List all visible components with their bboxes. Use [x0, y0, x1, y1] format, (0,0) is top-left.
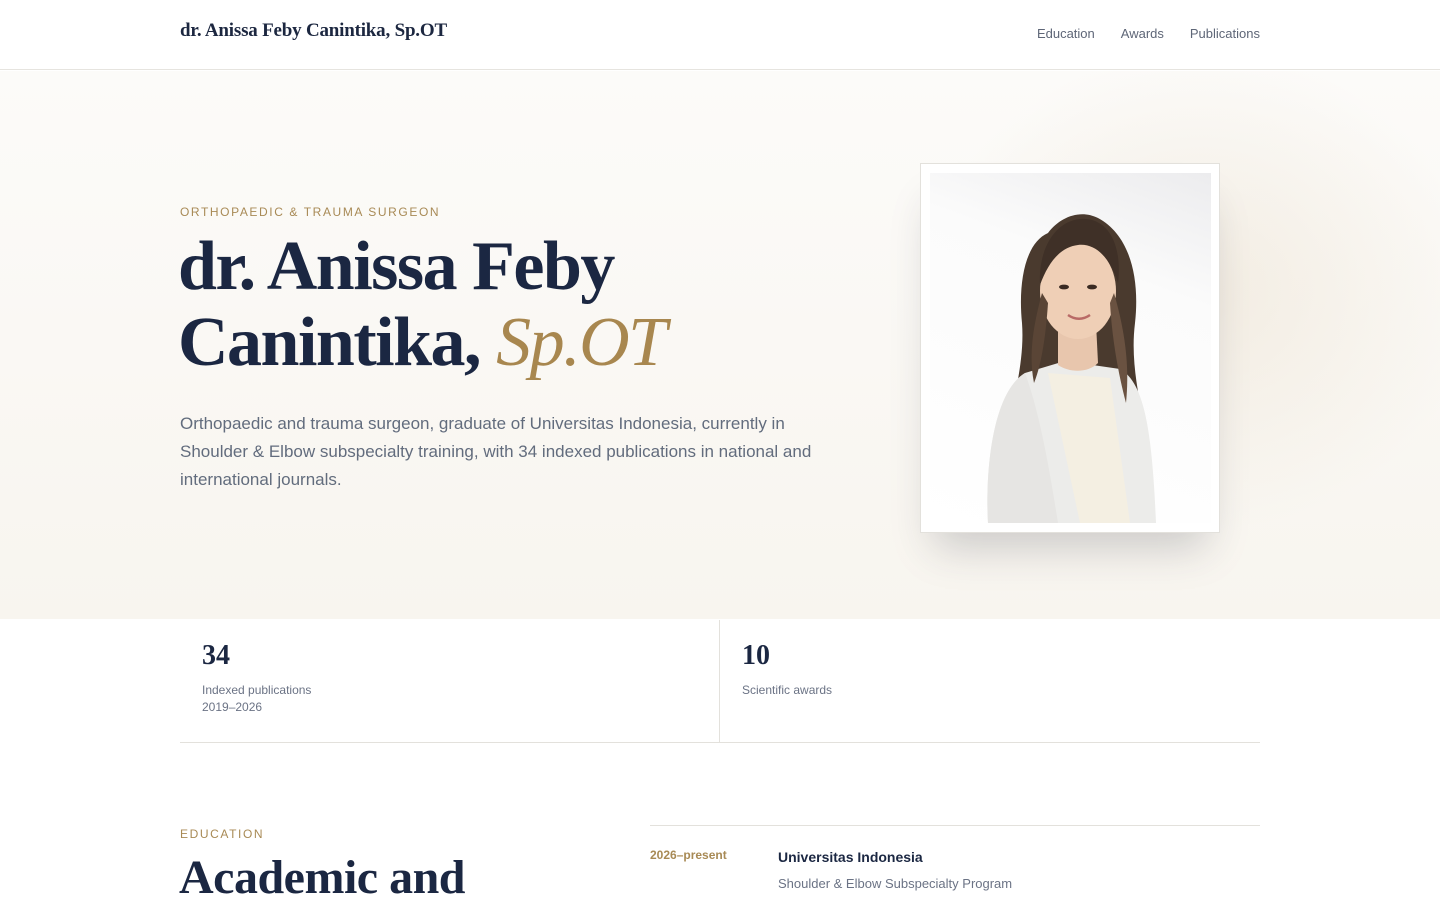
hero-title: dr. Anissa Feby Canintika, Sp.OT	[178, 229, 858, 381]
nav-link-awards[interactable]: Awards	[1121, 26, 1164, 41]
nav-link-education[interactable]: Education	[1037, 26, 1095, 41]
stats-section: 34 Indexed publications 2019–2026 10 Sci…	[180, 620, 1260, 743]
stat-label-text: Indexed publications	[202, 683, 312, 697]
education-title: Academic and	[179, 851, 465, 900]
timeline-program: Shoulder & Elbow Subspecialty Program	[778, 876, 1013, 891]
stat-publications: 34 Indexed publications 2019–2026	[180, 620, 720, 742]
site-header: dr. Anissa Feby Canintika, Sp.OT Educati…	[0, 0, 1440, 70]
stat-value: 34	[202, 640, 230, 671]
stat-label: Scientific awards	[742, 683, 833, 697]
main-nav: Education Awards Publications	[1037, 26, 1260, 41]
portrait-photo	[930, 173, 1211, 523]
hero-description: Orthopaedic and trauma surgeon, graduate…	[180, 414, 812, 489]
education-eyebrow: EDUCATION	[180, 827, 265, 841]
portrait-illustration	[987, 214, 1156, 523]
portrait-frame	[920, 163, 1220, 533]
nav-link-publications[interactable]: Publications	[1190, 26, 1260, 41]
brand-logo-text[interactable]: dr. Anissa Feby Canintika, Sp.OT	[180, 20, 447, 42]
timeline-period: 2026–present	[650, 848, 727, 862]
hero-title-line2: Canintika,	[178, 304, 482, 381]
stat-label: Indexed publications 2019–2026	[202, 682, 311, 716]
stat-awards: 10 Scientific awards	[720, 620, 1260, 742]
hero-eyebrow: ORTHOPAEDIC & TRAUMA SURGEON	[180, 205, 441, 219]
hero-title-accent: Sp.OT	[496, 304, 667, 381]
hero-title-line1: dr. Anissa Feby	[178, 228, 615, 305]
stat-value: 10	[742, 640, 770, 671]
education-timeline: 2026–present Universitas Indonesia Shoul…	[650, 825, 1260, 891]
hero-section: ORTHOPAEDIC & TRAUMA SURGEON dr. Anissa …	[0, 71, 1440, 619]
stat-sublabel: 2019–2026	[202, 700, 263, 714]
timeline-institution: Universitas Indonesia	[778, 849, 923, 865]
